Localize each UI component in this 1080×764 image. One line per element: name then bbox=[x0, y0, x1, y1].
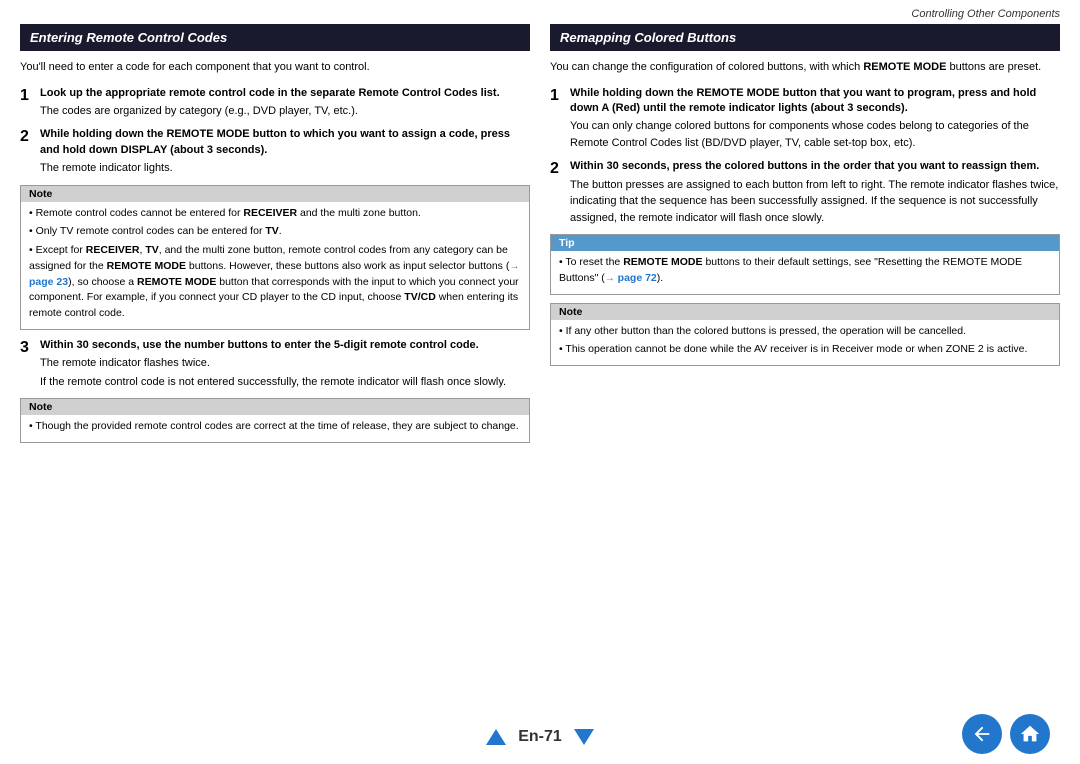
right-step-1-content: While holding down the REMOTE MODE butto… bbox=[570, 86, 1060, 152]
step-3-content: Within 30 seconds, use the number button… bbox=[40, 338, 530, 390]
step-1-content: Look up the appropriate remote control c… bbox=[40, 86, 530, 120]
home-button[interactable] bbox=[1010, 714, 1050, 754]
left-column: Entering Remote Control Codes You'll nee… bbox=[20, 24, 530, 451]
page-down-arrow[interactable] bbox=[574, 729, 594, 745]
note-label-2: Note bbox=[21, 399, 529, 415]
tip-label: Tip bbox=[551, 235, 1059, 251]
note-box-2: Note Though the provided remote control … bbox=[20, 398, 530, 443]
note-label-right: Note bbox=[551, 304, 1059, 320]
section-breadcrumb: Controlling Other Components bbox=[911, 8, 1060, 20]
step-1-number: 1 bbox=[20, 86, 34, 120]
note-content-2: Though the provided remote control codes… bbox=[21, 415, 529, 442]
right-step-2-title: Within 30 seconds, press the colored but… bbox=[570, 159, 1060, 174]
entering-codes-intro: You'll need to enter a code for each com… bbox=[20, 59, 530, 76]
step-2-number: 2 bbox=[20, 127, 34, 176]
tip-box: Tip To reset the REMOTE MODE buttons to … bbox=[550, 234, 1060, 295]
step-2-desc: The remote indicator lights. bbox=[40, 160, 530, 177]
back-button[interactable] bbox=[962, 714, 1002, 754]
right-step-2-desc: The button presses are assigned to each … bbox=[570, 177, 1060, 227]
remapping-intro: You can change the configuration of colo… bbox=[550, 59, 1060, 76]
step-3-desc1: The remote indicator flashes twice. bbox=[40, 355, 530, 372]
right-step-1-title: While holding down the REMOTE MODE butto… bbox=[570, 86, 1060, 117]
note-content-right: If any other button than the colored but… bbox=[551, 320, 1059, 366]
note-content-1: Remote control codes cannot be entered f… bbox=[21, 202, 529, 329]
note-box-1: Note Remote control codes cannot be ente… bbox=[20, 185, 530, 330]
home-icon bbox=[1019, 723, 1041, 745]
right-column: Remapping Colored Buttons You can change… bbox=[550, 24, 1060, 451]
step-2-title: While holding down the REMOTE MODE butto… bbox=[40, 127, 530, 158]
step-3-title: Within 30 seconds, use the number button… bbox=[40, 338, 530, 353]
entering-codes-header: Entering Remote Control Codes bbox=[20, 24, 530, 51]
step-2: 2 While holding down the REMOTE MODE but… bbox=[20, 127, 530, 176]
right-step-1-number: 1 bbox=[550, 86, 564, 152]
step-1: 1 Look up the appropriate remote control… bbox=[20, 86, 530, 120]
step-3: 3 Within 30 seconds, use the number butt… bbox=[20, 338, 530, 390]
right-step-2: 2 Within 30 seconds, press the colored b… bbox=[550, 159, 1060, 226]
page-up-arrow[interactable] bbox=[486, 729, 506, 745]
right-step-2-content: Within 30 seconds, press the colored but… bbox=[570, 159, 1060, 226]
right-step-1-desc: You can only change colored buttons for … bbox=[570, 118, 1060, 151]
main-content: Entering Remote Control Codes You'll nee… bbox=[0, 24, 1080, 451]
footer-buttons bbox=[962, 714, 1050, 754]
note-box-right: Note If any other button than the colore… bbox=[550, 303, 1060, 367]
tip-content: To reset the REMOTE MODE buttons to thei… bbox=[551, 251, 1059, 294]
step-2-content: While holding down the REMOTE MODE butto… bbox=[40, 127, 530, 176]
page-footer: En-71 bbox=[0, 728, 1080, 746]
step-1-title: Look up the appropriate remote control c… bbox=[40, 86, 530, 101]
step-1-desc: The codes are organized by category (e.g… bbox=[40, 103, 530, 120]
back-icon bbox=[971, 723, 993, 745]
step-3-number: 3 bbox=[20, 338, 34, 390]
right-step-2-number: 2 bbox=[550, 159, 564, 226]
page-number: En-71 bbox=[518, 728, 562, 746]
page-number-area: En-71 bbox=[486, 728, 594, 746]
note-label-1: Note bbox=[21, 186, 529, 202]
right-step-1: 1 While holding down the REMOTE MODE but… bbox=[550, 86, 1060, 152]
step-3-desc2: If the remote control code is not entere… bbox=[40, 374, 530, 391]
remapping-header: Remapping Colored Buttons bbox=[550, 24, 1060, 51]
page-header-section: Controlling Other Components bbox=[0, 0, 1080, 24]
